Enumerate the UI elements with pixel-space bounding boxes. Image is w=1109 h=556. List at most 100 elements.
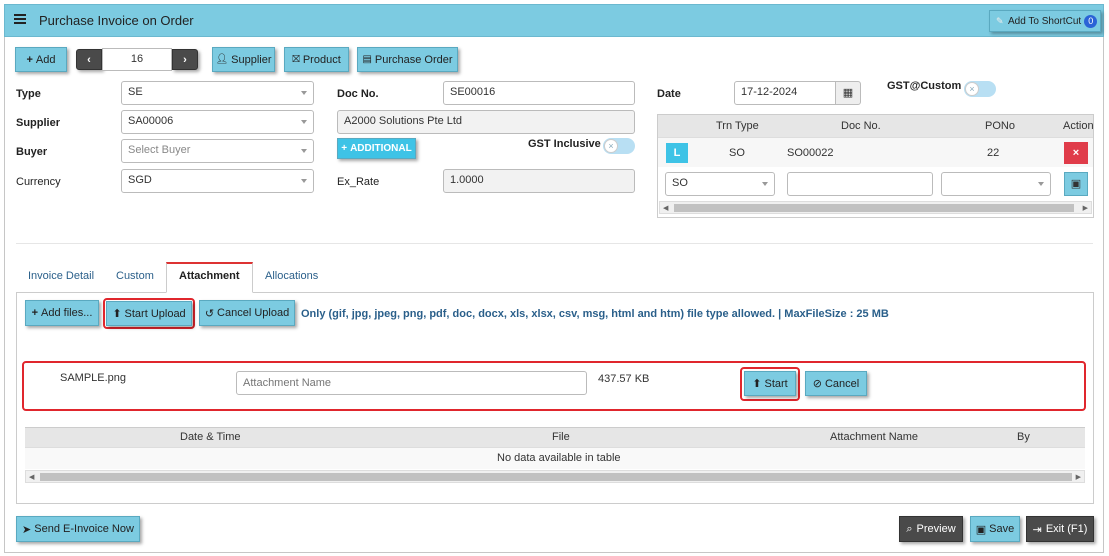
column-header-by: By (1017, 431, 1030, 443)
preview-button[interactable]: ⌕ Preview (899, 516, 963, 542)
save-icon: ▣ (975, 523, 987, 536)
gst-inclusive-toggle[interactable]: × (603, 138, 635, 154)
row-pono: 22 (987, 147, 1000, 159)
caret-down-icon (301, 149, 307, 153)
start-upload-button[interactable]: ⬆︎ Start Upload (106, 301, 192, 326)
save-row-button[interactable]: ▣ (1064, 172, 1088, 196)
scrollbar-thumb[interactable] (674, 204, 1074, 212)
row-marker-badge: L (666, 143, 688, 163)
type-select[interactable]: SE (121, 81, 314, 105)
caret-down-icon (301, 179, 307, 183)
save-icon: ▣ (1070, 178, 1082, 190)
doc-no-input[interactable]: SE00016 (443, 81, 635, 105)
pencil-icon: ✎ (996, 15, 1004, 26)
column-header-file: File (552, 431, 570, 443)
next-record-button[interactable]: › (172, 49, 198, 70)
column-header-doc-no: Doc No. (841, 120, 881, 132)
gst-inclusive-label: GST Inclusive (528, 138, 601, 150)
order-grid: Trn Type Doc No. PONo Action L SO SO0002… (657, 114, 1094, 218)
type-label: Type (16, 88, 41, 100)
tab-allocations[interactable]: Allocations (265, 270, 318, 282)
buyer-select[interactable]: Select Buyer (121, 139, 314, 163)
column-header-date-time: Date & Time (180, 431, 241, 443)
send-icon: ➤ (22, 523, 32, 536)
allowed-file-types-text: Only (gif, jpg, jpeg, png, pdf, doc, doc… (301, 308, 889, 320)
additional-button[interactable]: + ADDITIONAL (337, 138, 416, 159)
plus-icon: + (31, 307, 39, 319)
tab-invoice-detail[interactable]: Invoice Detail (28, 270, 94, 282)
tab-attachment[interactable]: Attachment (166, 262, 253, 293)
supplier-button[interactable]: 👤︎ Supplier (212, 47, 275, 72)
purchase-order-button[interactable]: ▤ Purchase Order (357, 47, 458, 72)
page-title: Purchase Invoice on Order (39, 13, 194, 28)
caret-down-icon (301, 91, 307, 95)
scroll-left-icon[interactable]: ◀ (29, 473, 34, 481)
title-bar: Purchase Invoice on Order ✎ Add To Short… (4, 4, 1104, 37)
column-header-attachment-name: Attachment Name (830, 431, 919, 443)
new-trn-type-select[interactable]: SO (665, 172, 775, 196)
close-icon: × (965, 82, 979, 96)
delete-row-button[interactable]: × (1064, 142, 1088, 164)
file-size: 437.57 KB (598, 373, 650, 385)
shortcut-label: Add To ShortCut (1008, 15, 1082, 27)
tab-custom[interactable]: Custom (116, 270, 154, 282)
column-header-action: Action (1063, 120, 1094, 132)
caret-down-icon (1038, 182, 1044, 186)
add-button[interactable]: + Add (15, 47, 67, 72)
gst-custom-label: GST@Custom (887, 80, 962, 92)
buyer-label: Buyer (16, 146, 48, 158)
search-icon: ⌕ (906, 522, 913, 535)
save-button[interactable]: ▣ Save (970, 516, 1020, 542)
cancel-upload-button[interactable]: ↺ Cancel Upload (199, 300, 295, 326)
user-icon: 👤︎ (215, 54, 229, 65)
gst-custom-toggle[interactable]: × (964, 81, 996, 97)
doc-no-label: Doc No. (337, 88, 379, 100)
row-trn-type: SO (729, 147, 745, 159)
table-row (658, 137, 1093, 167)
scroll-right-icon[interactable]: ▶ (1076, 473, 1081, 481)
document-icon: ▤ (362, 54, 372, 65)
exrate-input[interactable]: 1.0000 (443, 169, 635, 193)
ban-icon: ⊘ (812, 378, 822, 390)
supplier-name-field: A2000 Solutions Pte Ltd (337, 110, 635, 134)
new-doc-no-input[interactable] (787, 172, 933, 196)
plus-icon: + (26, 53, 33, 66)
supplier-label: Supplier (16, 117, 61, 129)
product-button[interactable]: ⛝ Product (284, 47, 349, 72)
chevron-left-icon: ‹ (87, 53, 91, 66)
scroll-right-icon[interactable]: ▶ (1083, 204, 1088, 212)
close-icon: × (1072, 147, 1080, 159)
new-pono-select[interactable] (941, 172, 1051, 196)
plus-icon: + (341, 143, 348, 154)
caret-down-icon (301, 120, 307, 124)
currency-select[interactable]: SGD (121, 169, 314, 193)
scroll-left-icon[interactable]: ◀ (663, 204, 668, 212)
supplier-select[interactable]: SA00006 (121, 110, 314, 134)
send-e-invoice-button[interactable]: ➤ Send E-Invoice Now (16, 516, 140, 542)
scrollbar-thumb[interactable] (40, 473, 1072, 481)
start-button[interactable]: ⬆︎ Start (744, 371, 796, 396)
row-doc-no: SO00022 (787, 147, 834, 159)
caret-down-icon (762, 182, 768, 186)
column-header-trn-type: Trn Type (716, 120, 759, 132)
record-number-input[interactable]: 16 (102, 48, 172, 71)
sign-out-icon: ⇥ (1032, 523, 1042, 536)
undo-icon: ↺ (204, 307, 215, 320)
upload-icon: ⬆︎ (112, 308, 122, 320)
exit-button[interactable]: ⇥ Exit (F1) (1026, 516, 1094, 542)
divider (16, 243, 1093, 244)
chevron-right-icon: › (183, 53, 187, 66)
attachment-name-input[interactable] (236, 371, 587, 395)
hamburger-menu-icon[interactable] (14, 14, 26, 24)
gift-icon: ⛝ (292, 54, 300, 65)
add-files-button[interactable]: + Add files... (25, 300, 99, 326)
add-to-shortcut-button[interactable]: ✎ Add To ShortCut 0 (989, 10, 1101, 32)
previous-record-button[interactable]: ‹ (76, 49, 102, 70)
calendar-icon[interactable]: ▦ (835, 81, 861, 105)
order-grid-scrollbar[interactable]: ◀ ▶ (659, 201, 1092, 214)
close-icon: × (604, 139, 618, 153)
date-input[interactable]: 17-12-2024 (734, 81, 836, 105)
file-name: SAMPLE.png (60, 372, 127, 384)
attachment-table-scrollbar[interactable]: ◀ ▶ (25, 470, 1085, 483)
cancel-button[interactable]: ⊘ Cancel (805, 371, 867, 396)
